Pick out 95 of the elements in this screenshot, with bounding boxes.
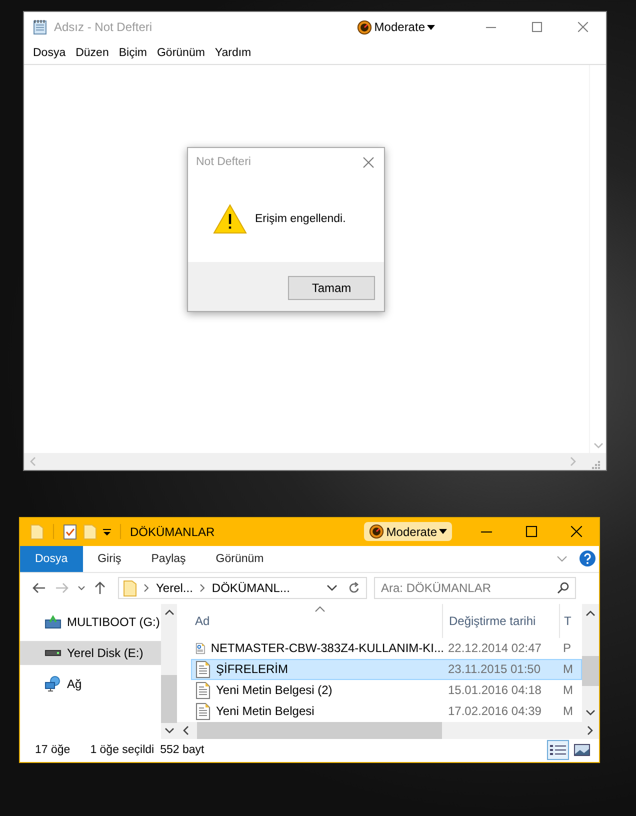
gauge-icon bbox=[357, 20, 372, 34]
dialog-message: Erişim engellendi. bbox=[255, 213, 346, 225]
breadcrumb-item[interactable]: DÖKÜMANL... bbox=[212, 581, 290, 596]
nav-item[interactable]: Ağ bbox=[20, 672, 161, 696]
ribbon-tab[interactable]: Dosya bbox=[20, 546, 83, 572]
breadcrumb-item[interactable]: Yerel... bbox=[156, 581, 193, 596]
file-name: Yeni Metin Belgesi (2) bbox=[216, 683, 332, 698]
refresh-icon bbox=[348, 582, 360, 594]
gauge-icon bbox=[369, 524, 384, 540]
table-cell-text: M bbox=[562, 704, 574, 718]
caret-icon bbox=[439, 529, 447, 534]
file-row[interactable]: Yeni Metin Belgesi 17.02.2016 04:39 M bbox=[191, 700, 582, 722]
window-title: Adsız - Not Defteri bbox=[54, 20, 152, 34]
nav-item[interactable]: Yerel Disk (E:) bbox=[20, 640, 161, 665]
item-count: 17 öğe bbox=[35, 744, 70, 756]
network-icon bbox=[45, 676, 61, 692]
column-header[interactable]: T bbox=[560, 604, 582, 638]
resize-grip-icon[interactable] bbox=[590, 458, 600, 468]
chevron-right-icon bbox=[200, 584, 205, 592]
text-file-icon bbox=[196, 682, 210, 699]
file-row[interactable]: Yeni Metin Belgesi (2) 15.01.2016 04:18 M bbox=[191, 680, 582, 701]
chevron-right-icon bbox=[144, 584, 149, 592]
scrollbar-thumb[interactable] bbox=[197, 722, 442, 739]
selection-count: 1 öğe seçildi bbox=[90, 744, 154, 756]
file-date: 15.01.2016 04:18 bbox=[447, 683, 542, 698]
nav-item[interactable]: MULTIBOOT (G:) bbox=[20, 610, 161, 634]
vertical-scrollbar[interactable] bbox=[582, 604, 599, 722]
vertical-scrollbar[interactable] bbox=[161, 604, 177, 739]
scroll-down-icon[interactable] bbox=[586, 710, 595, 716]
file-name: ŞİFRELERİM bbox=[216, 662, 288, 676]
badge-label: Moderate bbox=[374, 20, 425, 34]
nav-label: Ağ bbox=[67, 676, 82, 691]
scroll-up-icon[interactable] bbox=[164, 608, 174, 615]
file-row[interactable]: ŞİFRELERİM 23.11.2015 01:50 M bbox=[191, 658, 582, 680]
drive-icon bbox=[45, 650, 61, 656]
table-cell-text: P bbox=[562, 641, 572, 656]
search-field[interactable]: Ara: DÖKÜMANLAR bbox=[374, 577, 576, 600]
file-row[interactable]: NETMASTER-CBW-383Z4-KULLANIM-KI... 22.12.2014 02:47 P bbox=[191, 638, 582, 659]
column-header[interactable]: Ad bbox=[191, 604, 443, 638]
window-title: DÖKÜMANLAR bbox=[130, 524, 215, 539]
moderate-badge[interactable]: Moderate bbox=[364, 522, 452, 542]
file-date: 17.02.2016 04:39 bbox=[447, 704, 542, 718]
search-icon[interactable] bbox=[557, 582, 569, 594]
drive-icon bbox=[45, 614, 61, 629]
back-arrow-icon[interactable] bbox=[32, 582, 46, 594]
horizontal-scrollbar[interactable] bbox=[177, 722, 599, 739]
dropdown-icon[interactable] bbox=[103, 528, 111, 536]
scroll-down-icon[interactable] bbox=[164, 728, 174, 734]
refresh-button[interactable] bbox=[341, 577, 367, 600]
file-date: 23.11.2015 01:50 bbox=[447, 662, 542, 676]
column-header[interactable]: Değiştirme tarihi bbox=[443, 604, 560, 638]
menu-item[interactable]: Düzen bbox=[70, 47, 114, 59]
menu-item[interactable]: Biçim bbox=[114, 47, 152, 59]
properties-icon[interactable] bbox=[63, 524, 77, 540]
dialog-title: Not Defteri bbox=[196, 156, 251, 168]
nav-label: MULTIBOOT (G:) bbox=[67, 614, 160, 629]
menu-item[interactable]: Görünüm bbox=[152, 47, 210, 59]
caret-icon bbox=[427, 24, 435, 30]
chevron-down-icon[interactable] bbox=[78, 586, 85, 591]
ribbon-tab[interactable]: Giriş bbox=[82, 546, 136, 572]
badge-label: Moderate bbox=[386, 524, 437, 539]
table-cell-text: M bbox=[562, 683, 574, 698]
file-date: 22.12.2014 02:47 bbox=[447, 641, 542, 656]
folder-icon bbox=[123, 580, 137, 597]
close-icon[interactable] bbox=[571, 526, 582, 538]
help-icon[interactable] bbox=[579, 550, 596, 568]
nav-label: Yerel Disk (E:) bbox=[67, 646, 144, 660]
menu-item[interactable]: Yardım bbox=[210, 47, 256, 59]
text-file-icon bbox=[196, 702, 210, 720]
notepad-icon bbox=[32, 19, 48, 35]
ribbon-tab[interactable]: Görünüm bbox=[200, 546, 279, 572]
chevron-down-icon[interactable] bbox=[327, 585, 337, 592]
file-name: NETMASTER-CBW-383Z4-KULLANIM-KI... bbox=[210, 641, 444, 656]
scroll-right-icon[interactable] bbox=[587, 726, 593, 735]
maximize-icon[interactable] bbox=[526, 526, 537, 538]
image-icon bbox=[574, 744, 590, 756]
address-bar[interactable]: Yerel... DÖKÜMANL... bbox=[118, 577, 342, 600]
text-file-icon bbox=[196, 660, 210, 678]
details-view-button[interactable] bbox=[547, 740, 569, 760]
menu-item[interactable]: Dosya bbox=[28, 47, 71, 59]
table-cell-text: M bbox=[562, 662, 574, 676]
scrollbar-thumb[interactable] bbox=[582, 656, 599, 686]
ribbon-tab[interactable]: Paylaş bbox=[136, 546, 201, 572]
scroll-up-icon[interactable] bbox=[586, 610, 595, 616]
scroll-left-icon[interactable] bbox=[183, 726, 189, 735]
up-arrow-icon[interactable] bbox=[94, 581, 106, 596]
selection-size: 552 bayt bbox=[160, 744, 204, 756]
warning-icon bbox=[213, 204, 247, 234]
ok-button[interactable]: Tamam bbox=[288, 276, 375, 300]
file-name: Yeni Metin Belgesi bbox=[216, 704, 314, 718]
details-view-icon bbox=[550, 744, 566, 756]
moderate-badge[interactable]: Moderate bbox=[354, 18, 438, 36]
horizontal-scrollbar[interactable] bbox=[24, 453, 606, 470]
vertical-scrollbar[interactable] bbox=[589, 65, 606, 453]
scrollbar-thumb[interactable] bbox=[161, 675, 177, 724]
